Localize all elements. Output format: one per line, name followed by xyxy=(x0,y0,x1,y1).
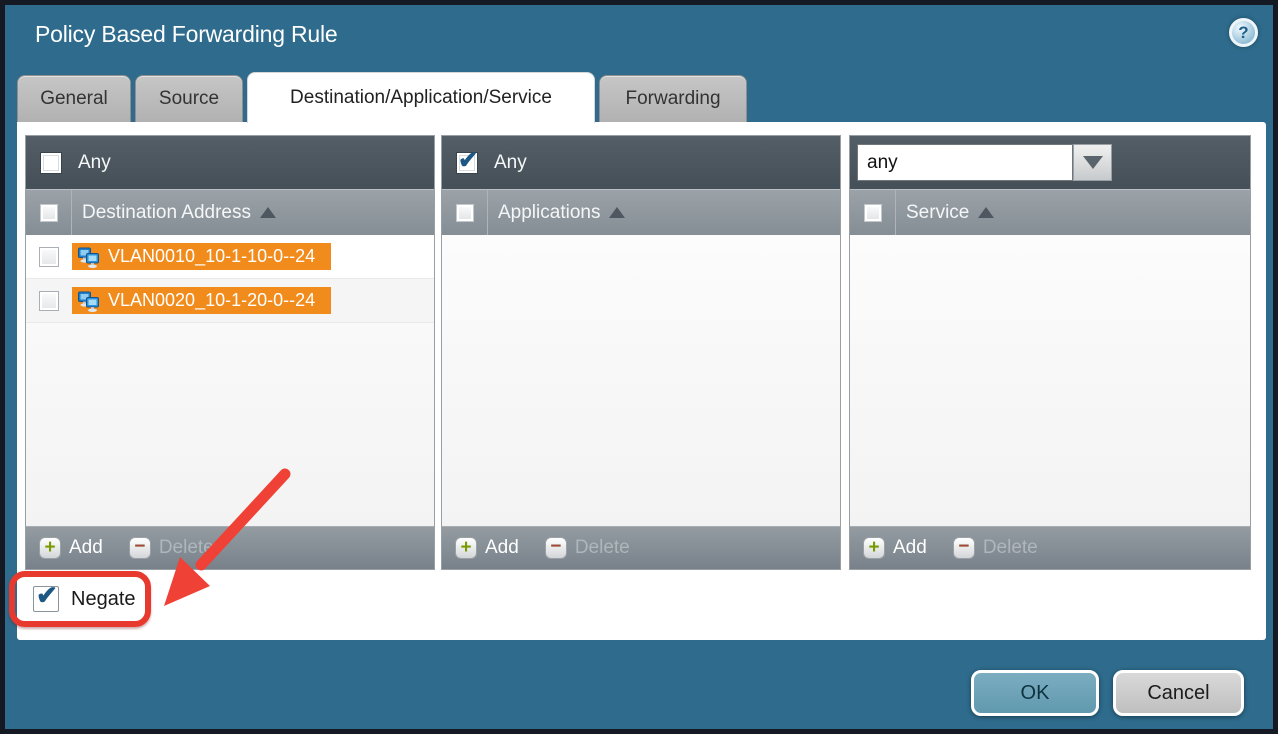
service-list xyxy=(850,235,1250,526)
delete-minus-icon: − xyxy=(545,537,567,559)
add-plus-icon: + xyxy=(455,537,477,559)
destination-select-all-cell xyxy=(26,190,72,235)
destination-column-header[interactable]: Destination Address xyxy=(26,189,434,235)
address-object-chip[interactable]: VLAN0020_10-1-20-0--24 xyxy=(72,287,331,314)
service-dropdown-header: any xyxy=(850,136,1250,189)
table-row[interactable]: VLAN0010_10-1-10-0--24 xyxy=(26,235,434,279)
service-delete-button[interactable]: − Delete xyxy=(953,537,1038,559)
delete-button-label: Delete xyxy=(575,537,630,559)
service-column-header[interactable]: Service xyxy=(850,189,1250,235)
row-checkbox[interactable] xyxy=(39,247,59,267)
network-hosts-icon xyxy=(77,245,101,269)
delete-button-label: Delete xyxy=(159,537,214,559)
destination-column-title: Destination Address xyxy=(82,202,251,224)
tab-destination-application-service[interactable]: Destination/Application/Service xyxy=(247,72,595,123)
add-plus-icon: + xyxy=(863,537,885,559)
service-toolbar: + Add − Delete xyxy=(850,526,1250,569)
applications-select-all-checkbox[interactable] xyxy=(456,204,474,222)
sort-ascending-icon[interactable] xyxy=(609,207,625,218)
delete-minus-icon: − xyxy=(953,537,975,559)
applications-column-header[interactable]: Applications xyxy=(442,189,840,235)
row-checkbox-cell xyxy=(26,247,72,267)
service-panel: any Service + Add − Delete xyxy=(849,135,1251,570)
address-object-name: VLAN0010_10-1-10-0--24 xyxy=(108,246,315,267)
destination-select-all-checkbox[interactable] xyxy=(40,204,58,222)
cancel-button[interactable]: Cancel xyxy=(1113,670,1244,716)
network-hosts-icon xyxy=(77,289,101,313)
destination-any-header: Any xyxy=(26,136,434,189)
service-column-title: Service xyxy=(906,202,969,224)
delete-button-label: Delete xyxy=(983,537,1038,559)
destination-any-checkbox[interactable] xyxy=(40,152,62,174)
sort-ascending-icon[interactable] xyxy=(260,207,276,218)
dialog-title: Policy Based Forwarding Rule xyxy=(35,21,338,48)
applications-select-all-cell xyxy=(442,190,488,235)
help-icon[interactable]: ? xyxy=(1229,18,1258,47)
pbf-rule-dialog: Policy Based Forwarding Rule ? General S… xyxy=(0,0,1278,734)
destination-add-button[interactable]: + Add xyxy=(39,537,103,559)
address-object-chip[interactable]: VLAN0010_10-1-10-0--24 xyxy=(72,243,331,270)
table-row[interactable]: VLAN0020_10-1-20-0--24 xyxy=(26,279,434,323)
applications-column-title: Applications xyxy=(498,202,600,224)
tab-source[interactable]: Source xyxy=(135,75,243,123)
negate-checkbox[interactable] xyxy=(33,586,59,612)
tab-forwarding[interactable]: Forwarding xyxy=(599,75,747,123)
applications-delete-button[interactable]: − Delete xyxy=(545,537,630,559)
applications-add-button[interactable]: + Add xyxy=(455,537,519,559)
applications-list xyxy=(442,235,840,526)
sort-ascending-icon[interactable] xyxy=(978,207,994,218)
negate-label: Negate xyxy=(71,588,136,611)
service-dropdown[interactable]: any xyxy=(857,144,1073,181)
service-select-all-cell xyxy=(850,190,896,235)
destination-toolbar: + Add − Delete xyxy=(26,526,434,569)
applications-toolbar: + Add − Delete xyxy=(442,526,840,569)
add-plus-icon: + xyxy=(39,537,61,559)
tab-general[interactable]: General xyxy=(17,75,131,123)
applications-any-header: Any xyxy=(442,136,840,189)
destination-any-label: Any xyxy=(78,152,111,174)
delete-minus-icon: − xyxy=(129,537,151,559)
ok-button[interactable]: OK xyxy=(971,670,1099,716)
applications-any-checkbox[interactable] xyxy=(456,152,478,174)
row-checkbox-cell xyxy=(26,291,72,311)
add-button-label: Add xyxy=(893,537,927,559)
service-select-all-checkbox[interactable] xyxy=(864,204,882,222)
add-button-label: Add xyxy=(485,537,519,559)
service-dropdown-button[interactable] xyxy=(1073,144,1112,181)
chevron-down-icon xyxy=(1083,156,1103,169)
destination-address-panel: Any Destination Address xyxy=(25,135,435,570)
service-add-button[interactable]: + Add xyxy=(863,537,927,559)
row-checkbox[interactable] xyxy=(39,291,59,311)
destination-delete-button[interactable]: − Delete xyxy=(129,537,214,559)
applications-panel: Any Applications + Add − Delete xyxy=(441,135,841,570)
address-object-name: VLAN0020_10-1-20-0--24 xyxy=(108,290,315,311)
add-button-label: Add xyxy=(69,537,103,559)
destination-list: VLAN0010_10-1-10-0--24 xyxy=(26,235,434,526)
applications-any-label: Any xyxy=(494,152,527,174)
